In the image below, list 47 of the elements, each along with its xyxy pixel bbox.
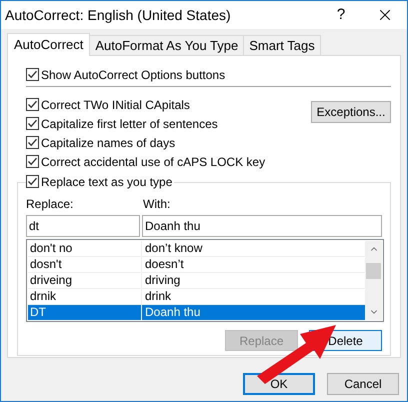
checkbox[interactable] <box>26 98 39 111</box>
tab[interactable]: AutoFormat As You Type <box>90 35 244 55</box>
checkmark-icon <box>27 118 38 129</box>
checkbox[interactable] <box>26 136 39 149</box>
list-row[interactable]: don't no don’t know <box>28 241 365 257</box>
list-cell-text: drink <box>144 289 172 304</box>
list-cell-text: Doanh thu <box>144 305 202 320</box>
checkbox[interactable] <box>26 175 39 188</box>
checkmark-icon <box>27 99 38 110</box>
list-row[interactable]: driveing driving <box>28 273 365 289</box>
cancel-button[interactable]: Cancel <box>327 373 399 395</box>
list-cell: don't no <box>28 241 142 256</box>
checkmark-icon <box>27 176 38 187</box>
checkbox[interactable] <box>26 68 39 81</box>
checkbox-label: Correct TWo INitial CApitals <box>41 96 190 114</box>
tab[interactable]: Smart Tags <box>244 35 321 55</box>
ok-button[interactable]: OK <box>243 373 315 395</box>
list-cell-text: driving <box>144 273 182 288</box>
input-field[interactable]: Doanh thu <box>142 215 382 237</box>
list-cell: driveing <box>28 273 142 288</box>
checkbox[interactable] <box>26 155 39 168</box>
tab[interactable]: AutoCorrect <box>7 33 90 56</box>
field-label: Replace: <box>26 196 74 213</box>
checkbox[interactable] <box>26 117 39 130</box>
checkmark-icon <box>27 156 38 167</box>
checkbox-label: Correct accidental use of cAPS LOCK key <box>41 154 266 170</box>
checkbox-label: Capitalize names of days <box>41 134 176 152</box>
checkmark-icon <box>27 137 38 148</box>
list-row[interactable]: dosn't doesn’t <box>28 257 365 273</box>
list-cell-text: don’t know <box>144 241 204 256</box>
checkbox-label: Capitalize first letter of sentences <box>41 116 218 132</box>
field-label: With: <box>143 196 170 213</box>
list-cell: DT <box>28 305 142 320</box>
scrollbar[interactable] <box>365 241 382 320</box>
scroll-thumb[interactable] <box>366 262 381 278</box>
list-cell: drnik <box>28 289 142 304</box>
help-button[interactable]: ? <box>319 1 363 29</box>
list-row[interactable]: DT Doanh thu <box>28 305 365 320</box>
input-field[interactable]: dt <box>26 215 140 237</box>
list-cell: dosn't <box>28 257 142 272</box>
exceptions-button[interactable]: Exceptions... <box>311 101 391 123</box>
checkbox-label: Replace text as you type <box>41 174 172 190</box>
list-row[interactable]: drnik drink <box>28 289 365 305</box>
window-title: AutoCorrect: English (United States) <box>5 6 232 25</box>
checkbox-label: Show AutoCorrect Options buttons <box>41 66 226 84</box>
list-cell-text: doesn’t <box>144 257 185 272</box>
checkmark-icon <box>27 69 38 80</box>
